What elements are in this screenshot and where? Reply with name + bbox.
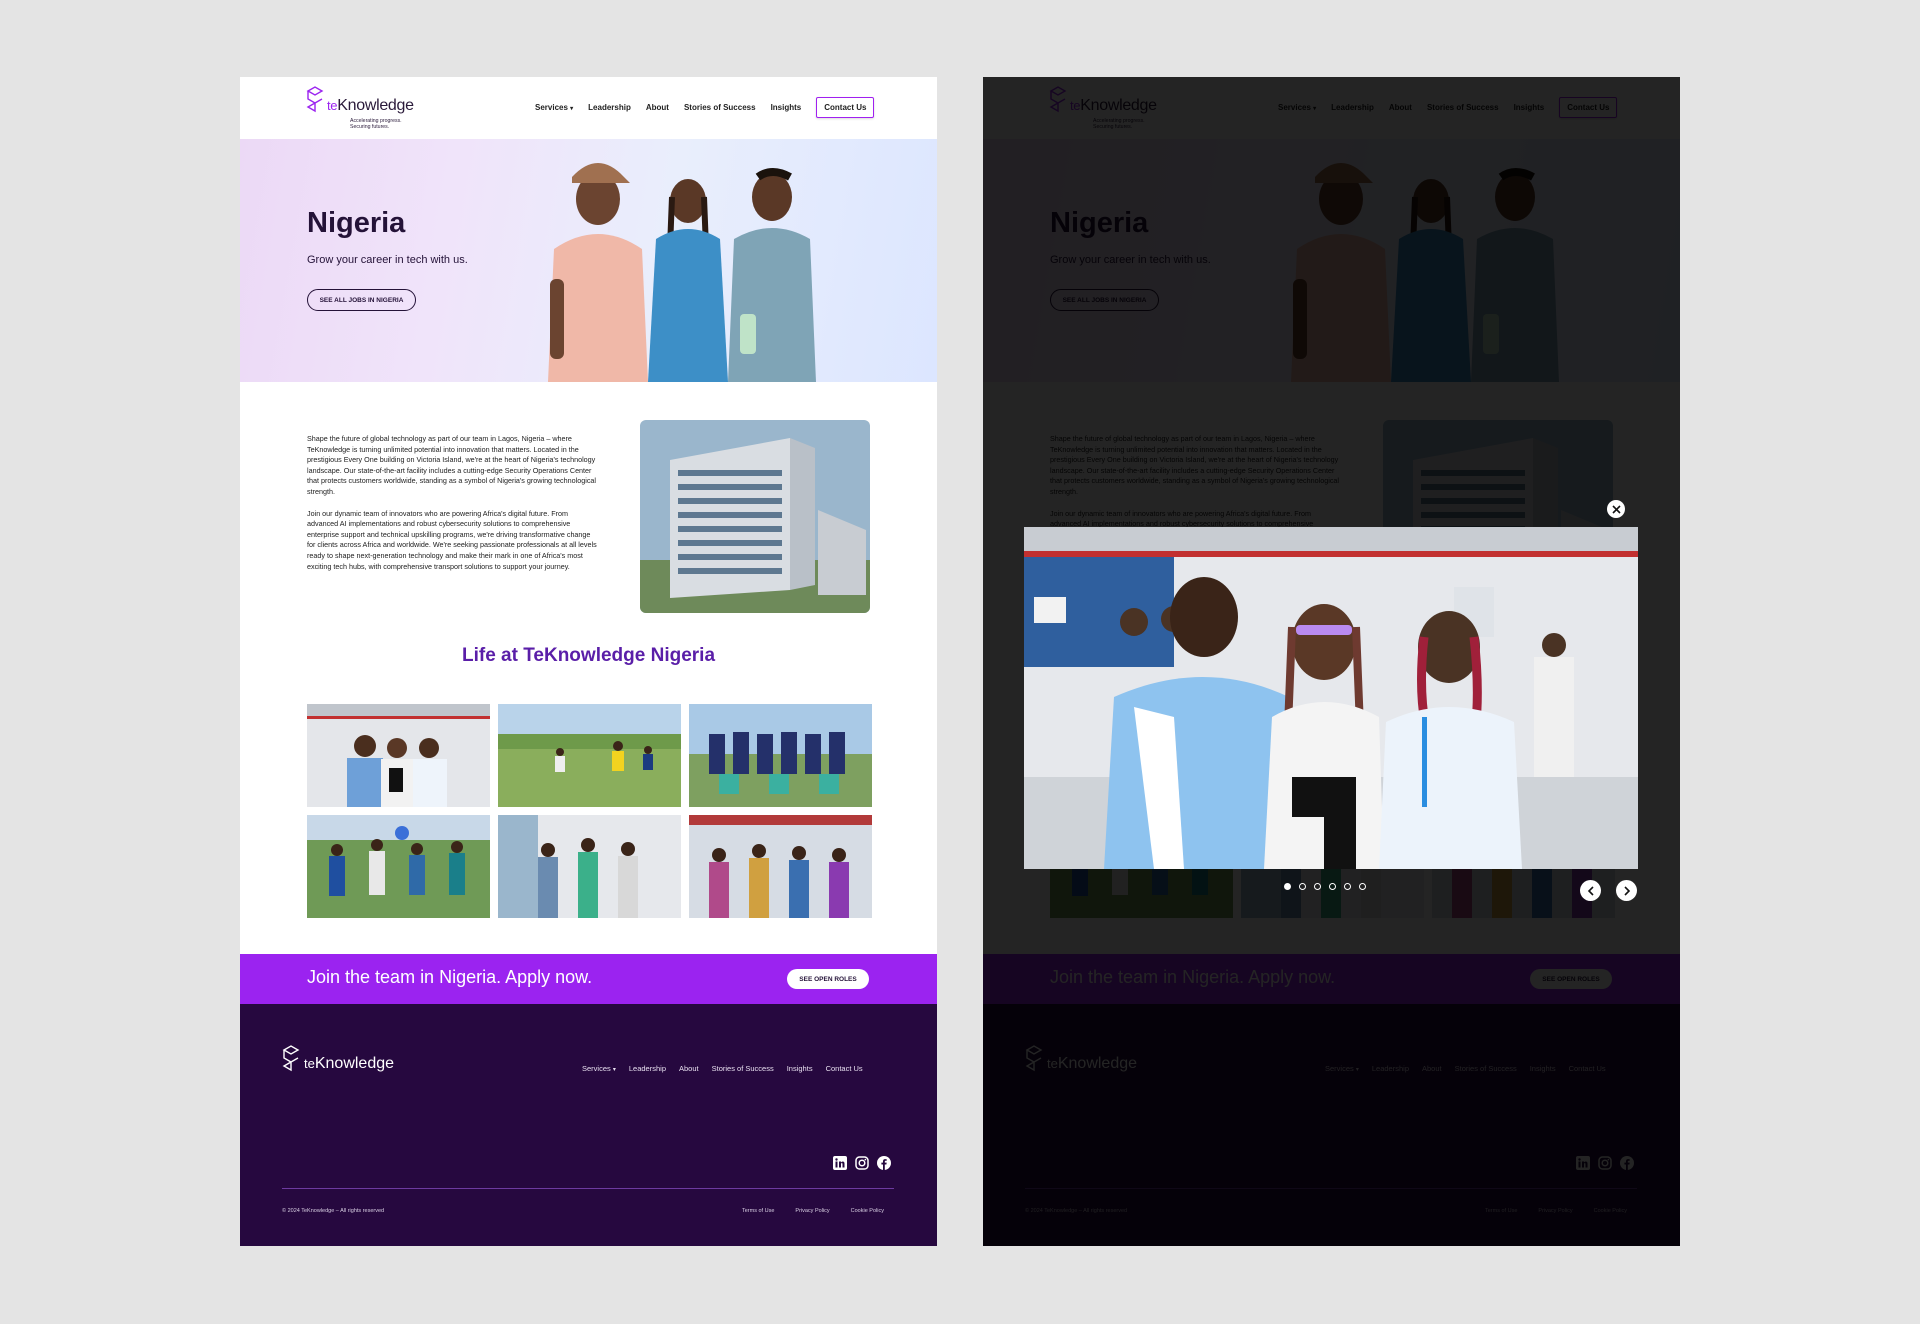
lightbox-overlay[interactable]	[983, 77, 1680, 1246]
intro-paragraph-1: Shape the future of global technology as…	[307, 434, 597, 496]
intro-copy: Shape the future of global technology as…	[307, 434, 597, 583]
lightbox-pagination	[1284, 883, 1366, 890]
site-header: teKnowledge Accelerating progress.Securi…	[240, 77, 937, 139]
join-banner-text: Join the team in Nigeria. Apply now.	[307, 967, 593, 987]
main-nav: Services ▾ Leadership About Stories of S…	[535, 97, 875, 118]
chevron-right-icon	[1623, 885, 1630, 896]
site-footer: teKnowledge Services ▾ Leadership About …	[240, 1004, 937, 1246]
footer-nav: Services ▾ Leadership About Stories of S…	[582, 1064, 863, 1073]
life-section-title: Life at TeKnowledge Nigeria	[461, 645, 716, 666]
gallery-photo-2[interactable]	[498, 704, 681, 807]
footer-nav-insights[interactable]: Insights	[787, 1064, 813, 1073]
chevron-down-icon: ▾	[612, 1067, 616, 1073]
office-building-photo	[640, 420, 870, 613]
join-banner: Join the team in Nigeria. Apply now. SEE…	[240, 954, 937, 1004]
footer-nav-leadership[interactable]: Leadership	[629, 1064, 666, 1073]
lightbox-close-button[interactable]	[1607, 500, 1625, 518]
slide-dot-3[interactable]	[1314, 883, 1321, 890]
footer-logo-mark-icon[interactable]	[282, 1044, 300, 1076]
privacy-link[interactable]: Privacy Policy	[795, 1208, 829, 1214]
terms-link[interactable]: Terms of Use	[742, 1208, 774, 1214]
instagram-icon[interactable]	[854, 1155, 869, 1170]
page-preview-default: teKnowledge Accelerating progress. Securi…	[240, 77, 937, 1246]
gallery-photo-6[interactable]	[689, 815, 872, 918]
slide-dot-5[interactable]	[1344, 883, 1351, 890]
slide-dot-4[interactable]	[1329, 883, 1336, 890]
lightbox-next-button[interactable]	[1616, 880, 1637, 901]
hero-section: Nigeria Grow your career in tech with us…	[240, 139, 937, 382]
cookie-link[interactable]: Cookie Policy	[851, 1208, 884, 1214]
lightbox-prev-button[interactable]	[1580, 880, 1601, 901]
careers-page: teKnowledge Accelerating progress. Securi…	[240, 77, 937, 1246]
gallery-photo-1[interactable]	[307, 704, 490, 807]
intro-paragraph-2: Join our dynamic team of innovators who …	[307, 508, 597, 571]
slide-dot-6[interactable]	[1359, 883, 1366, 890]
footer-logo-wordmark[interactable]: teKnowledge	[304, 1055, 394, 1073]
logo-wordmark: teKnowledge	[327, 97, 414, 114]
site-logo[interactable]: teKnowledge Accelerating progress.Securi…	[306, 85, 426, 133]
nav-services[interactable]: Services ▾	[535, 103, 573, 112]
footer-nav-services[interactable]: Services ▾	[582, 1064, 616, 1073]
page-title: Nigeria	[307, 207, 406, 239]
close-icon	[1611, 504, 1621, 514]
footer-nav-contact[interactable]: Contact Us	[826, 1064, 863, 1073]
nav-insights[interactable]: Insights	[771, 103, 802, 112]
logo-mark-icon	[306, 86, 324, 113]
slide-dot-2[interactable]	[1299, 883, 1306, 890]
page-preview-lightbox: teKnowledge Accelerating progress.Securi…	[983, 77, 1680, 1246]
copyright-text: © 2024 TeKnowledge – All rights reserved	[282, 1208, 385, 1214]
nav-about[interactable]: About	[646, 103, 669, 112]
nav-stories[interactable]: Stories of Success	[684, 103, 756, 112]
linkedin-icon[interactable]	[832, 1155, 847, 1170]
social-links	[832, 1155, 891, 1170]
see-open-roles-button[interactable]: SEE OPEN ROLES	[787, 969, 869, 989]
facebook-icon[interactable]	[876, 1155, 891, 1170]
slide-dot-1[interactable]	[1284, 883, 1291, 890]
chevron-left-icon	[1587, 885, 1594, 896]
footer-nav-stories[interactable]: Stories of Success	[712, 1064, 774, 1073]
see-all-jobs-button[interactable]: SEE ALL JOBS IN NIGERIA	[307, 289, 416, 311]
gallery-photo-5[interactable]	[498, 815, 681, 918]
hero-team-photo	[548, 163, 816, 382]
hero-subtitle: Grow your career in tech with us.	[307, 254, 468, 266]
gallery-photo-4[interactable]	[307, 815, 490, 918]
contact-button[interactable]: Contact Us	[816, 97, 875, 118]
logo-tagline: Accelerating progress.Securing futures.	[350, 118, 402, 130]
chevron-down-icon: ▾	[570, 106, 574, 112]
footer-divider	[282, 1188, 894, 1189]
legal-links: Terms of Use Privacy Policy Cookie Polic…	[742, 1208, 884, 1214]
lightbox-image	[1024, 527, 1638, 869]
footer-nav-about[interactable]: About	[679, 1064, 699, 1073]
nav-leadership[interactable]: Leadership	[588, 103, 631, 112]
gallery-photo-3[interactable]	[689, 704, 872, 807]
